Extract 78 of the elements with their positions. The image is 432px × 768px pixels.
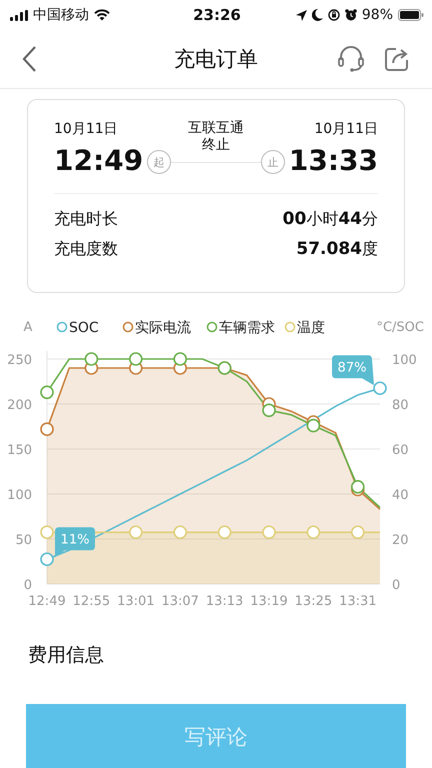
data-point: [373, 381, 387, 396]
axis-tick-label: 13:19: [250, 594, 288, 609]
data-point: [129, 352, 143, 366]
legend-item[interactable]: 温度: [284, 320, 325, 336]
axis-tick-label: 13:25: [294, 594, 332, 609]
legend-item[interactable]: 实际电流: [122, 320, 191, 336]
axis-tick-label: 100: [7, 488, 32, 503]
end-time: 13:33: [288, 144, 378, 177]
axis-tick-label: 13:01: [117, 594, 155, 609]
wifi-icon: [94, 9, 110, 21]
battery-icon: [398, 9, 424, 21]
data-point: [173, 352, 187, 366]
data-point: [84, 352, 98, 366]
data-point: [351, 480, 365, 494]
end-reason: 终止: [202, 137, 230, 154]
data-point: [351, 525, 365, 540]
carrier-name: 中国移动: [33, 6, 89, 24]
info-label: 充电时长: [54, 208, 118, 230]
legend-label: SOC: [69, 320, 99, 336]
axis-tick-label: 13:13: [206, 594, 244, 609]
operator-name: 互联互通: [188, 120, 244, 137]
start-time: 12:49: [54, 144, 144, 177]
location-icon: [296, 10, 307, 20]
page-title: 充电订单: [173, 46, 259, 73]
data-point: [218, 525, 232, 540]
section-title: 费用信息: [27, 643, 105, 668]
axis-tick-label: 150: [7, 443, 32, 458]
moon-icon: [312, 9, 323, 21]
axis-unit: A: [24, 320, 32, 335]
axis-tick-label: 12:55: [72, 594, 110, 609]
info-value: 57.084度: [296, 238, 378, 260]
axis-tick-label: 13:07: [161, 594, 199, 609]
data-point: [262, 525, 276, 540]
data-point: [40, 422, 54, 436]
axis-tick-label: 100: [392, 353, 417, 368]
share-icon[interactable]: [384, 46, 410, 72]
clock-time: 23:26: [193, 6, 241, 24]
annotation: 87%: [338, 360, 366, 376]
value-callout: 87%: [332, 355, 374, 386]
data-point: [40, 525, 54, 540]
axis-tick-label: 50: [15, 533, 32, 548]
info-label: 充电度数: [54, 238, 118, 260]
axis-tick-label: 250: [7, 353, 32, 368]
legend-label: 车辆需求: [219, 320, 275, 336]
data-point: [40, 552, 54, 566]
legend-item[interactable]: 车辆需求: [206, 320, 275, 336]
axis-unit: °C/SOC: [376, 320, 424, 335]
data-point: [40, 386, 54, 400]
axis-tick-label: 80: [392, 398, 409, 413]
battery-percent: 98%: [362, 7, 393, 23]
axis-tick-label: 200: [7, 398, 32, 413]
start-badge: 起: [147, 150, 172, 174]
data-point: [306, 418, 320, 432]
end-date: 10月11日: [314, 120, 378, 138]
data-point: [262, 404, 276, 418]
headset-icon[interactable]: [338, 45, 364, 73]
signal-icon: [10, 10, 28, 20]
back-icon[interactable]: [22, 46, 36, 72]
axis-tick-label: 13:31: [339, 594, 377, 609]
info-value: 00小时44分: [282, 208, 378, 230]
legend-label: 实际电流: [135, 320, 191, 336]
axis-tick-label: 60: [392, 443, 409, 458]
annotation: 11%: [60, 532, 90, 548]
data-point: [129, 525, 143, 540]
start-date: 10月11日: [54, 120, 119, 138]
axis-tick-label: 20: [392, 533, 409, 548]
data-point: [306, 525, 320, 540]
end-badge: 止: [260, 150, 285, 174]
axis-tick-label: 0: [392, 578, 400, 593]
rotation-lock-icon: [328, 9, 340, 21]
legend-label: 温度: [297, 320, 325, 336]
axis-tick-label: 40: [392, 488, 409, 503]
axis-tick-label: 0: [24, 578, 32, 593]
alarm-icon: [344, 9, 357, 21]
axis-tick-label: 12:49: [28, 594, 66, 609]
legend-item[interactable]: SOC: [56, 320, 99, 336]
data-point: [173, 525, 187, 540]
value-callout: 11%: [55, 527, 95, 558]
